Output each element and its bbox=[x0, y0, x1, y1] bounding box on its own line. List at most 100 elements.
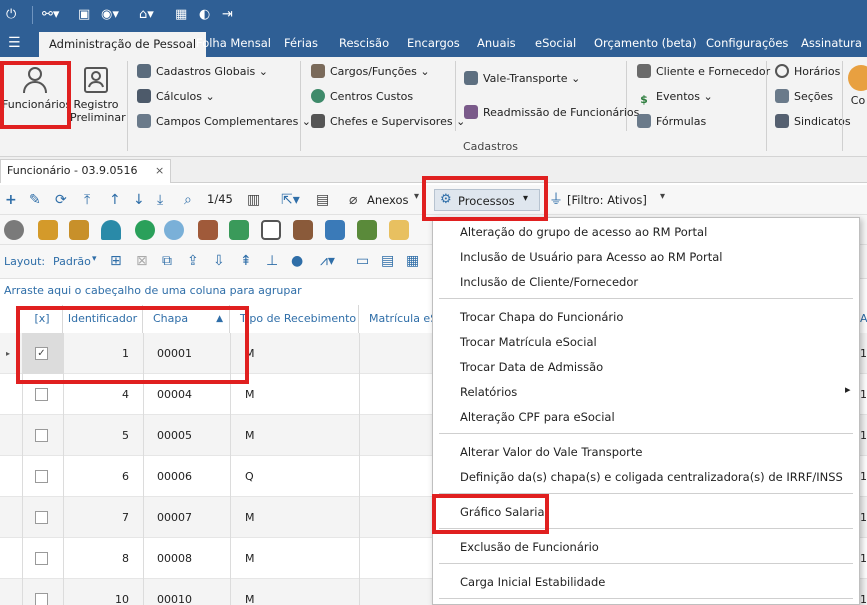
add-layout-icon[interactable]: ⊞ bbox=[110, 252, 122, 270]
attachments-button[interactable]: Anexos bbox=[367, 193, 409, 207]
calculator-icon[interactable]: ▦ bbox=[175, 6, 187, 24]
add-people-icon[interactable] bbox=[357, 220, 377, 240]
menu-item-trocar-chapa[interactable]: Trocar Chapa do Funcionário bbox=[460, 310, 623, 324]
menu-item-grafico-salarial[interactable]: Gráfico Salarial bbox=[460, 505, 548, 519]
cliente-fornecedor-button[interactable]: Cliente e Fornecedor bbox=[637, 64, 770, 80]
more-button[interactable]: Co bbox=[848, 65, 867, 107]
first-record-icon[interactable]: ⤒ bbox=[84, 191, 90, 209]
filter-icon[interactable]: ⏚ bbox=[549, 191, 563, 209]
menu-item-alterar-vale-transporte[interactable]: Alterar Valor do Vale Transporte bbox=[460, 445, 642, 459]
add-icon[interactable]: + bbox=[5, 191, 17, 209]
menu-item-trocar-matricula-esocial[interactable]: Trocar Matrícula eSocial bbox=[460, 335, 597, 349]
people-group-icon[interactable] bbox=[293, 220, 313, 240]
filter-chevron-icon[interactable]: ▾ bbox=[660, 191, 665, 202]
document-tab[interactable]: Funcionário - 03.9.0516 × bbox=[0, 159, 172, 183]
home-icon[interactable]: ⌂▾ bbox=[139, 6, 154, 24]
formulas-button[interactable]: Fórmulas bbox=[637, 114, 706, 130]
delete-layout-icon[interactable]: ⊠ bbox=[136, 252, 148, 270]
columns-icon[interactable]: ▥ bbox=[247, 191, 260, 209]
chart-icon[interactable]: ⩘▾ bbox=[320, 252, 335, 270]
export-icon[interactable]: ⇱▾ bbox=[281, 191, 300, 209]
tab-administracao-pessoal[interactable]: Administração de Pessoal bbox=[39, 32, 207, 57]
row-checkbox[interactable] bbox=[35, 593, 48, 605]
column-header-select[interactable]: [x] bbox=[22, 305, 63, 333]
centros-custos-button[interactable]: Centros Custos bbox=[311, 89, 413, 105]
umbrella-icon[interactable] bbox=[101, 220, 121, 240]
load-layout-icon[interactable]: ⇩ bbox=[213, 252, 225, 270]
tab-assinatura[interactable]: Assinatura Ele bbox=[801, 30, 867, 77]
eye-icon[interactable]: ◉▾ bbox=[101, 6, 119, 24]
row-checkbox[interactable] bbox=[35, 511, 48, 524]
check-badge-icon[interactable] bbox=[135, 220, 155, 240]
menu-item-inclusao-usuario[interactable]: Inclusão de Usuário para Acesso ao RM Po… bbox=[460, 250, 722, 264]
campos-complementares-button[interactable]: Campos Complementares ⌄ bbox=[137, 114, 311, 130]
column-header-tipo-recebimento[interactable]: Tipo de Recebimento bbox=[230, 305, 359, 333]
row-checkbox[interactable]: ✓ bbox=[35, 347, 48, 360]
readmissao-button[interactable]: Readmissão de Funcionários bbox=[464, 105, 639, 121]
id-card-icon[interactable] bbox=[261, 220, 281, 240]
row-checkbox[interactable] bbox=[35, 429, 48, 442]
chefes-supervisores-button[interactable]: Chefes e Supervisores ⌄ bbox=[311, 114, 465, 130]
save-layout-icon[interactable]: ⇪ bbox=[187, 252, 199, 270]
remove-person-icon[interactable] bbox=[4, 220, 24, 240]
globe-icon[interactable]: ◐ bbox=[199, 6, 210, 24]
edit-icon[interactable]: ✎ bbox=[29, 191, 41, 209]
tab-encargos[interactable]: Encargos bbox=[407, 30, 460, 57]
search-icon[interactable]: ⌕ bbox=[184, 191, 192, 209]
tab-configuracoes[interactable]: Configurações bbox=[706, 30, 788, 57]
exit-icon[interactable]: ⇥ bbox=[222, 6, 233, 24]
cargos-funcoes-button[interactable]: Cargos/Funções ⌄ bbox=[311, 64, 430, 80]
card-transfer-icon[interactable] bbox=[325, 220, 345, 240]
registro-preliminar-button[interactable]: Registro Preliminar bbox=[70, 65, 126, 124]
tab-orcamento[interactable]: Orçamento (beta) bbox=[594, 30, 697, 57]
document-icon[interactable]: ▤ bbox=[316, 191, 329, 209]
color-icon[interactable]: ● bbox=[291, 252, 303, 270]
vale-transporte-button[interactable]: Vale-Transporte ⌄ bbox=[464, 71, 580, 87]
layout-select[interactable]: Padrão bbox=[53, 255, 91, 268]
next-record-icon[interactable]: ↓ bbox=[133, 191, 145, 209]
tab-ferias[interactable]: Férias bbox=[284, 30, 318, 57]
refresh-icon[interactable]: ⟳ bbox=[55, 191, 67, 209]
view-form-icon[interactable]: ▭ bbox=[356, 252, 369, 270]
tab-rescisao[interactable]: Rescisão bbox=[339, 30, 389, 57]
grid-icon[interactable] bbox=[389, 220, 409, 240]
secoes-button[interactable]: Seções bbox=[775, 89, 833, 105]
attachment-icon[interactable]: ⌀ bbox=[349, 191, 357, 209]
chevron-down-icon[interactable]: ▾ bbox=[414, 191, 419, 202]
envelope-icon[interactable] bbox=[229, 220, 249, 240]
edit-layout-icon[interactable]: ⧉ bbox=[162, 252, 172, 270]
coins-icon[interactable] bbox=[38, 220, 58, 240]
column-header-a[interactable]: A bbox=[860, 305, 867, 333]
menu-item-alteracao-cpf[interactable]: Alteração CPF para eSocial bbox=[460, 410, 615, 424]
collapse-icon[interactable]: ⇞ bbox=[240, 252, 252, 270]
menu-item-trocar-data-admissao[interactable]: Trocar Data de Admissão bbox=[460, 360, 603, 374]
horarios-button[interactable]: Horários bbox=[775, 64, 840, 80]
menu-item-alteracao-grupo-acesso[interactable]: Alteração do grupo de acesso ao RM Porta… bbox=[460, 225, 707, 239]
column-header-chapa[interactable]: Chapa ▲ bbox=[143, 305, 230, 333]
tab-esocial[interactable]: eSocial bbox=[535, 30, 576, 57]
clock-calendar-icon[interactable] bbox=[164, 220, 184, 240]
previous-record-icon[interactable]: ↑ bbox=[109, 191, 121, 209]
row-checkbox[interactable] bbox=[35, 470, 48, 483]
app-menu-icon[interactable]: ☰ bbox=[8, 30, 21, 57]
close-icon[interactable]: × bbox=[155, 164, 164, 177]
add-coins-icon[interactable] bbox=[69, 220, 89, 240]
power-icon[interactable]: ⏻ bbox=[6, 6, 16, 24]
filter-label[interactable]: [Filtro: Ativos] bbox=[567, 193, 647, 207]
remove-people-icon[interactable] bbox=[198, 220, 218, 240]
processos-button[interactable]: ⚙ Processos ▾ bbox=[434, 189, 540, 211]
menu-item-carga-inicial-estabilidade[interactable]: Carga Inicial Estabilidade bbox=[460, 575, 605, 589]
view-icon[interactable]: ▣ bbox=[78, 6, 90, 24]
last-record-icon[interactable]: ⤓ bbox=[157, 191, 163, 209]
menu-item-relatorios[interactable]: Relatórios bbox=[460, 385, 517, 399]
calculos-button[interactable]: Cálculos ⌄ bbox=[137, 89, 215, 105]
cadastros-globais-button[interactable]: Cadastros Globais ⌄ bbox=[137, 64, 268, 80]
row-checkbox[interactable] bbox=[35, 388, 48, 401]
row-checkbox[interactable] bbox=[35, 552, 48, 565]
view-grid-icon[interactable]: ▦ bbox=[406, 252, 419, 270]
sindicatos-button[interactable]: Sindicatos bbox=[775, 114, 851, 130]
layout-chevron-icon[interactable]: ▾ bbox=[92, 254, 97, 264]
funcionarios-button[interactable]: Funcionários bbox=[2, 65, 71, 111]
menu-item-exclusao-funcionario[interactable]: Exclusão de Funcionário bbox=[460, 540, 599, 554]
pin-icon[interactable]: ⊥ bbox=[266, 252, 278, 270]
